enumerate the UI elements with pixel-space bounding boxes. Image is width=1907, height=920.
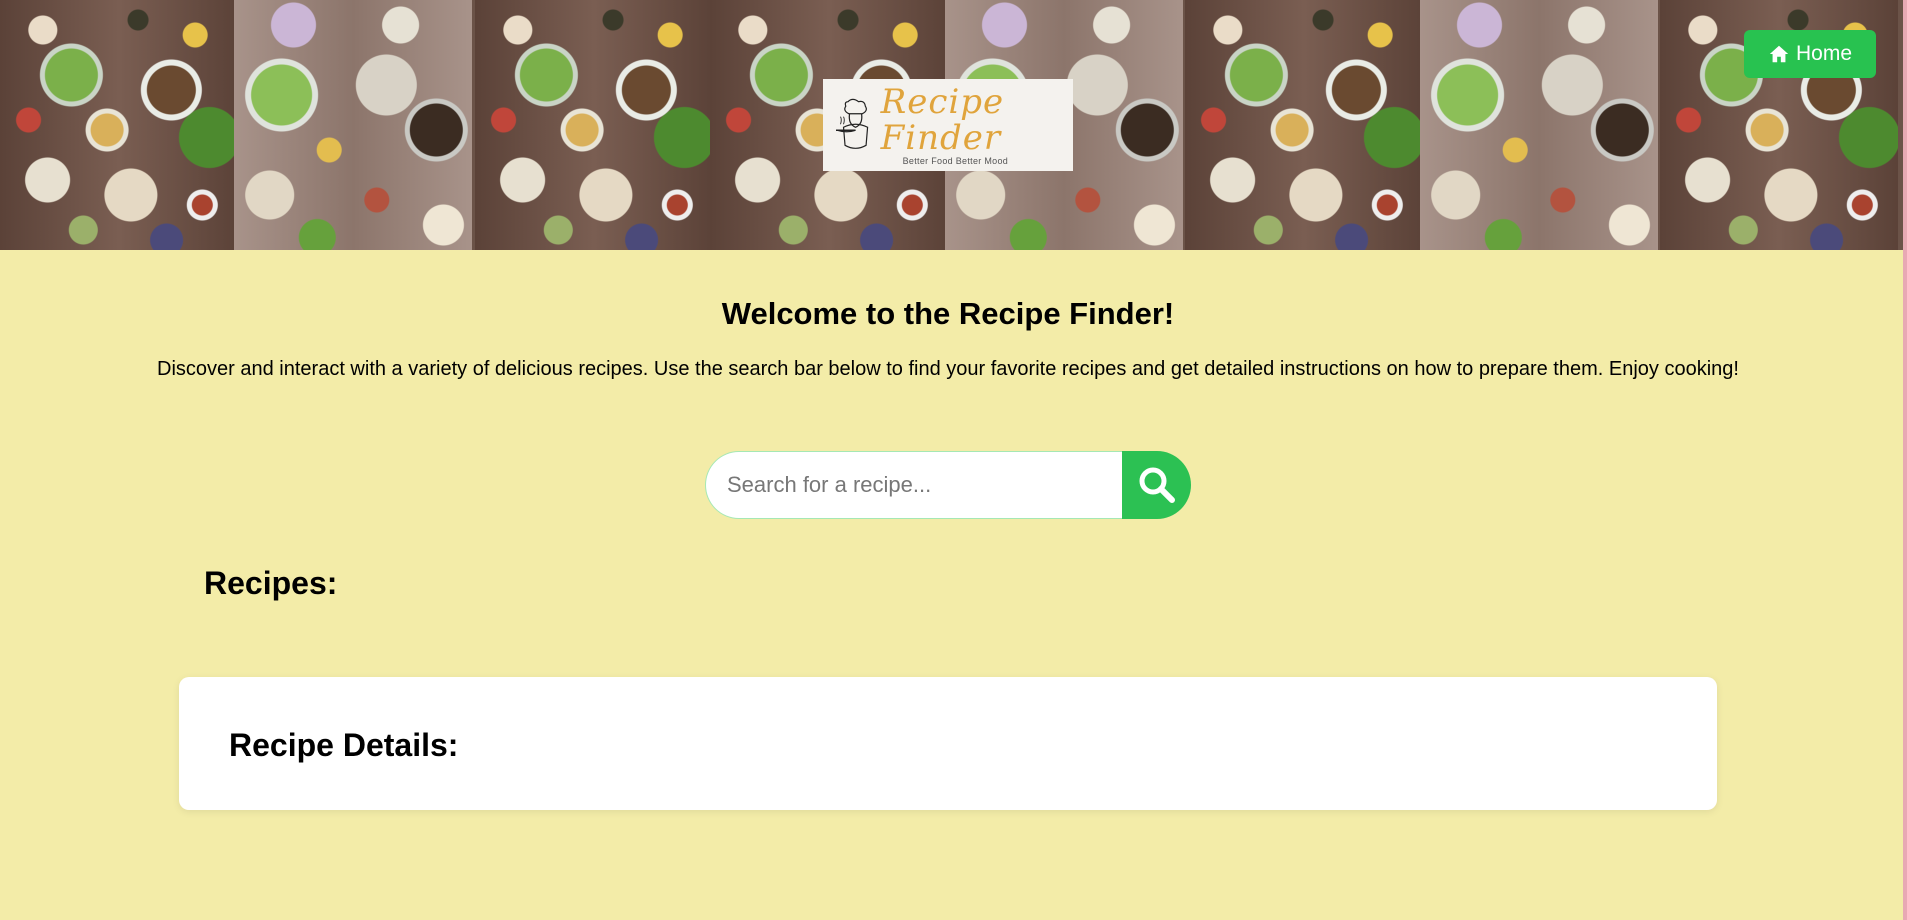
banner-photo-tile xyxy=(1420,0,1658,250)
page: Recipe Finder Better Food Better Mood Ho… xyxy=(0,0,1907,920)
search-input[interactable] xyxy=(705,451,1122,519)
banner-photo-tile xyxy=(1185,0,1423,250)
search-bar xyxy=(705,451,1191,519)
recipe-details-card: Recipe Details: xyxy=(179,677,1717,810)
banner-photo-tile xyxy=(0,0,238,250)
page-subtitle: Discover and interact with a variety of … xyxy=(157,358,1739,380)
logo-tagline: Better Food Better Mood xyxy=(902,156,1009,166)
search-button[interactable] xyxy=(1122,451,1191,519)
banner-photo-tile xyxy=(234,0,472,250)
header-banner: Recipe Finder Better Food Better Mood Ho… xyxy=(0,0,1903,250)
logo-title: Recipe Finder xyxy=(880,82,1005,158)
search-icon xyxy=(1139,467,1175,503)
home-button[interactable]: Home xyxy=(1744,30,1876,78)
logo-text: Recipe Finder Better Food Better Mood xyxy=(881,84,1073,166)
home-button-label: Home xyxy=(1795,42,1853,65)
banner-photo-tile xyxy=(475,0,713,250)
recipes-heading: Recipes: xyxy=(204,565,338,601)
page-title: Welcome to the Recipe Finder! xyxy=(721,296,1175,331)
scrollbar-edge xyxy=(1903,0,1907,920)
home-icon xyxy=(1769,45,1789,63)
recipe-details-heading: Recipe Details: xyxy=(229,727,459,763)
chef-icon xyxy=(836,98,869,149)
site-logo[interactable]: Recipe Finder Better Food Better Mood xyxy=(823,79,1073,171)
